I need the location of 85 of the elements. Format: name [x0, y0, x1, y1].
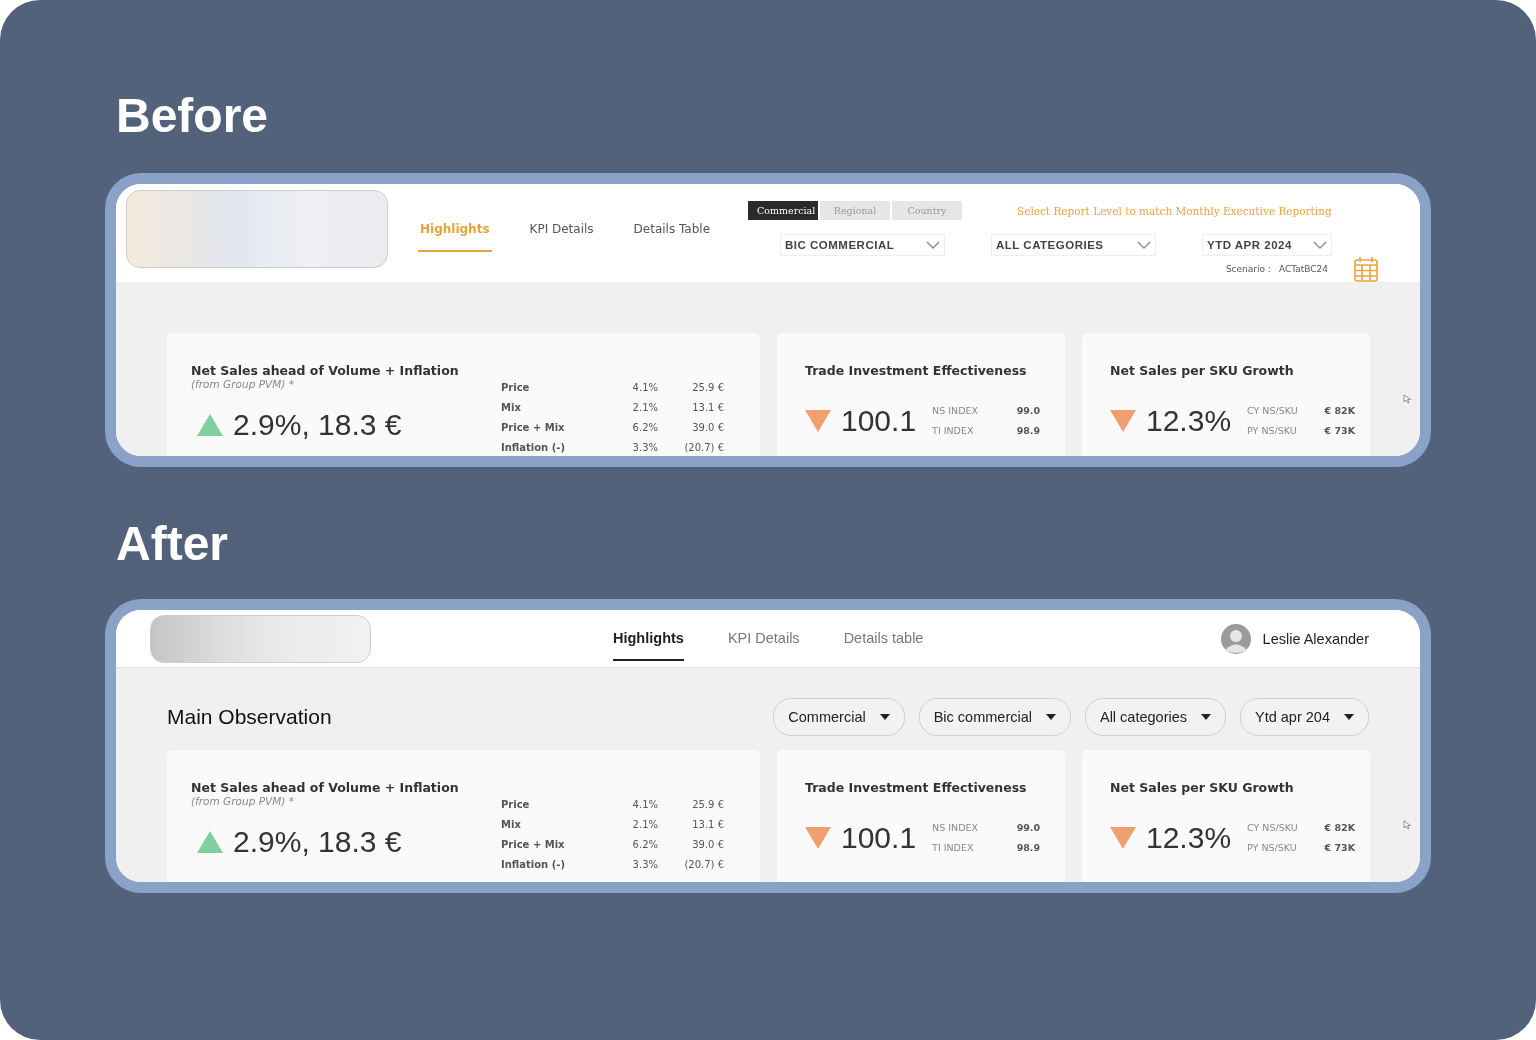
kpi-value: 12.3%	[1146, 404, 1232, 438]
cursor-icon	[1403, 394, 1412, 404]
tab[interactable]: Highlights	[613, 630, 684, 661]
caret-down-icon	[1344, 714, 1354, 720]
tab[interactable]: Details Table	[631, 222, 713, 252]
chevron-down-icon	[1313, 241, 1327, 249]
index-value: 98.9	[1016, 424, 1041, 436]
dropdown[interactable]: ALL CATEGORIES	[991, 234, 1156, 256]
row-label: Price	[501, 798, 531, 810]
row-percent: 2.1%	[631, 401, 658, 413]
row-percent: 2.1%	[631, 818, 658, 830]
row-amount: (20.7) €	[683, 858, 724, 870]
card-title: Net Sales ahead of Volume + Inflation	[191, 363, 460, 378]
kpi-value: 100.1	[841, 821, 917, 855]
card-title: Trade Investment Effectiveness	[805, 780, 1028, 795]
index-value: 98.9	[1016, 841, 1041, 853]
index-value: 99.0	[1016, 821, 1041, 833]
filter-dropdown[interactable]: All categories	[1084, 698, 1226, 736]
caret-down-icon	[1045, 714, 1056, 720]
index-label: PY NS/SKU	[1247, 424, 1297, 436]
section-title: Main Observation	[167, 705, 332, 729]
scenario-value: ACTatBC24	[1278, 264, 1328, 274]
row-label: Price + Mix	[501, 838, 566, 850]
row-amount: 13.1 €	[691, 401, 724, 413]
row-percent: 3.3%	[631, 441, 658, 453]
row-amount: 25.9 €	[691, 798, 724, 810]
card-title: Net Sales ahead of Volume + Inflation	[191, 780, 460, 795]
segment-button[interactable]: Commercial	[748, 201, 818, 220]
index-label: NS INDEX	[932, 404, 978, 416]
tab[interactable]: Details table	[843, 630, 924, 661]
row-percent: 6.2%	[631, 421, 658, 433]
index-value: € 82K	[1324, 404, 1356, 416]
chevron-down-icon	[926, 241, 940, 249]
index-label: TI INDEX	[932, 424, 974, 436]
row-amount: 13.1 €	[691, 818, 724, 830]
index-value: 99.0	[1016, 404, 1041, 416]
card-title: Trade Investment Effectiveness	[805, 363, 1028, 378]
filter-dropdown[interactable]: Ytd apr 204	[1240, 698, 1369, 736]
row-percent: 4.1%	[631, 798, 658, 810]
card-title: Net Sales per SKU Growth	[1110, 363, 1295, 378]
row-label: Mix	[501, 818, 522, 830]
kpi-value: 2.9%, 18.3 €	[233, 825, 402, 859]
user-name: Leslie Alexander	[1262, 631, 1369, 647]
scenario-label: Scenario :	[1225, 264, 1271, 274]
index-label: PY NS/SKU	[1247, 841, 1297, 853]
row-percent: 3.3%	[631, 858, 658, 870]
dropdown[interactable]: BIC COMMERCIAL	[780, 234, 945, 256]
avatar-icon[interactable]	[1220, 624, 1251, 654]
caret-down-icon	[879, 714, 890, 720]
row-label: Mix	[501, 401, 522, 413]
kpi-value: 12.3%	[1146, 821, 1232, 855]
row-amount: (20.7) €	[683, 441, 724, 453]
kpi-value: 2.9%, 18.3 €	[233, 408, 402, 442]
row-percent: 6.2%	[631, 838, 658, 850]
row-amount: 25.9 €	[691, 381, 724, 393]
tab[interactable]: KPI Details	[727, 630, 800, 661]
dropdown[interactable]: YTD APR 2024	[1202, 234, 1332, 256]
row-label: Price	[501, 381, 531, 393]
row-label: Price + Mix	[501, 421, 566, 433]
filter-dropdown[interactable]: Bic commercial	[918, 698, 1071, 736]
kpi-value: 100.1	[841, 404, 917, 438]
cursor-icon	[1403, 820, 1412, 830]
filter-dropdown[interactable]: Commercial	[773, 698, 905, 736]
index-label: NS INDEX	[932, 821, 978, 833]
index-label: CY NS/SKU	[1247, 404, 1298, 416]
index-label: CY NS/SKU	[1247, 821, 1298, 833]
calendar-icon[interactable]	[1354, 256, 1378, 282]
row-amount: 39.0 €	[691, 838, 724, 850]
index-value: € 73K	[1324, 841, 1356, 853]
row-label: Inflation (-)	[501, 441, 566, 453]
tab[interactable]: KPI Details	[527, 222, 596, 252]
section-heading: After	[116, 516, 229, 572]
index-value: € 82K	[1324, 821, 1356, 833]
card-subtitle: (from Group PVM) *	[191, 795, 295, 807]
section-heading: Before	[116, 88, 270, 144]
row-amount: 39.0 €	[691, 421, 724, 433]
row-percent: 4.1%	[631, 381, 658, 393]
card-title: Net Sales per SKU Growth	[1110, 780, 1295, 795]
hint-text: Select Report Level to match Monthly Executive Reporting	[1017, 204, 1332, 217]
row-label: Inflation (-)	[501, 858, 566, 870]
caret-down-icon	[1201, 714, 1211, 720]
index-value: € 73K	[1324, 424, 1356, 436]
card-subtitle: (from Group PVM) *	[191, 378, 295, 390]
chevron-down-icon	[1137, 241, 1151, 249]
index-label: TI INDEX	[932, 841, 974, 853]
